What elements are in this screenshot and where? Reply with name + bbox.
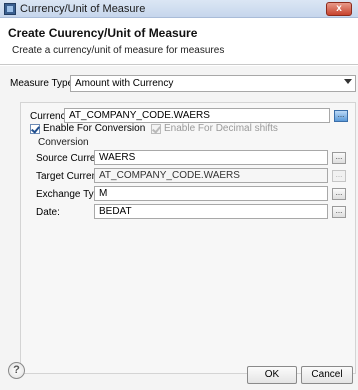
currency-browse-button[interactable]: ... [334, 110, 348, 122]
measure-type-select[interactable]: Amount with Currency [70, 75, 356, 92]
close-button[interactable]: x [326, 2, 352, 16]
ok-button[interactable]: OK [247, 366, 297, 384]
chevron-down-icon [344, 79, 352, 84]
help-icon[interactable]: ? [8, 362, 25, 379]
date-input[interactable]: BEDAT [94, 204, 328, 219]
enable-decimal-label: Enable For Decimal shifts [164, 123, 278, 134]
measure-type-value: Amount with Currency [75, 78, 174, 89]
date-label: Date: [36, 207, 60, 218]
exchange-type-value: M [99, 188, 108, 199]
measure-type-row: Measure Type: Amount with Currency [10, 75, 356, 93]
date-value: BEDAT [99, 206, 132, 217]
source-currency-value: WAERS [99, 152, 136, 163]
dialog-description: Create a currency/unit of measure for me… [12, 45, 225, 56]
window-title: Currency/Unit of Measure [20, 3, 146, 15]
currency-input[interactable]: AT_COMPANY_CODE.WAERS [64, 108, 330, 123]
dialog-title: Create Cuurency/Unit of Measure [8, 26, 198, 40]
enable-conversion-checkbox[interactable] [30, 124, 40, 134]
app-icon [4, 3, 16, 15]
measure-type-label: Measure Type: [10, 78, 76, 89]
currency-input-value: AT_COMPANY_CODE.WAERS [69, 110, 210, 121]
exchange-type-browse-button[interactable]: ... [332, 188, 346, 200]
date-browse-button[interactable]: ... [332, 206, 346, 218]
target-currency-value: AT_COMPANY_CODE.WAERS [99, 170, 240, 181]
title-bar: Currency/Unit of Measure x [0, 0, 358, 18]
dialog-header: Create Cuurency/Unit of Measure Create a… [0, 19, 358, 65]
target-currency-input: AT_COMPANY_CODE.WAERS [94, 168, 328, 183]
target-currency-browse-button: ... [332, 170, 346, 182]
source-currency-input[interactable]: WAERS [94, 150, 328, 165]
enable-decimal-checkbox [151, 124, 161, 134]
source-currency-browse-button[interactable]: ... [332, 152, 346, 164]
enable-conversion-label: Enable For Conversion [43, 123, 146, 134]
exchange-type-input[interactable]: M [94, 186, 328, 201]
cancel-button[interactable]: Cancel [301, 366, 353, 384]
conversion-title: Conversion [38, 137, 89, 148]
